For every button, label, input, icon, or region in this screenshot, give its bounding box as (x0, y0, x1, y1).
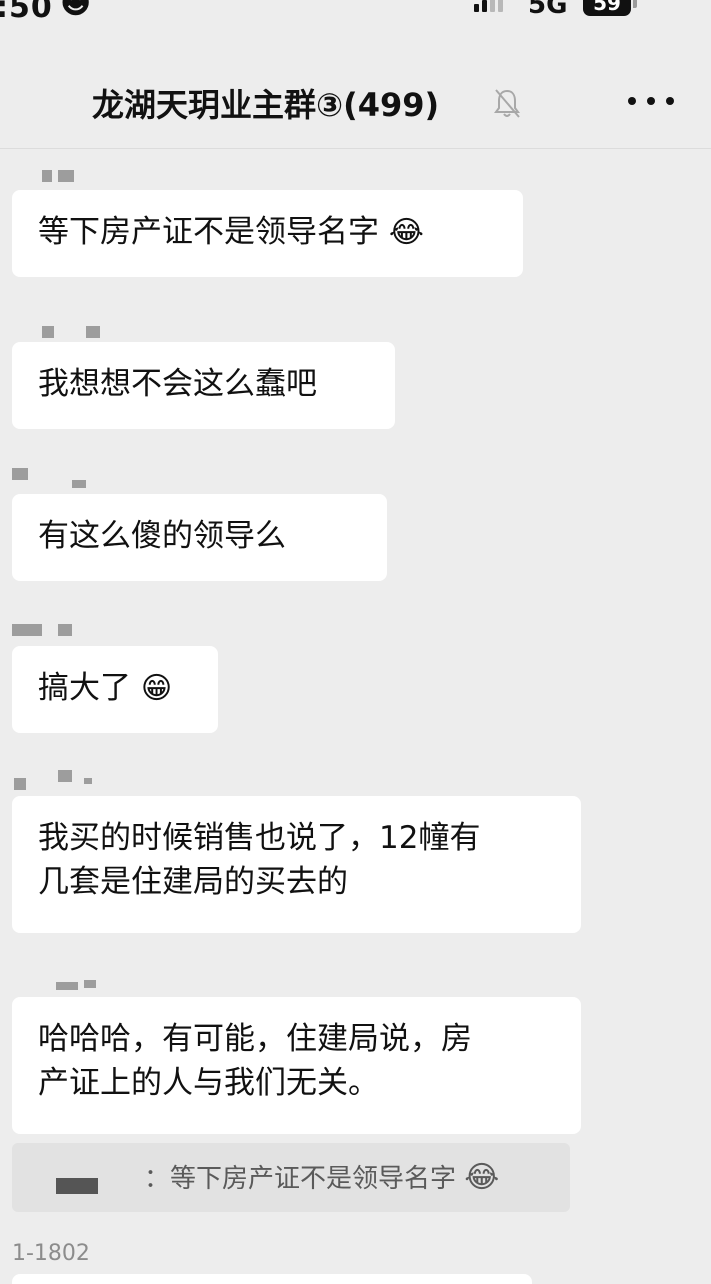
sender-name-blurred (14, 768, 94, 790)
battery-level: 59 (593, 0, 621, 15)
message-text-line: 产证上的人与我们无关。 (38, 1065, 379, 1101)
sender-name-blurred (42, 168, 82, 184)
message-bubble[interactable]: 我想想不会这么蠢吧 (12, 342, 395, 429)
message-text: 搞大了 (38, 670, 131, 706)
laughing-tears-emoji-icon: 😂 (388, 215, 424, 250)
message-text-line: 我买的时候销售也说了，12幢有 (38, 820, 481, 856)
message-text-line: 几套是住建局的买去的 (38, 864, 348, 900)
message-text: 我想想不会这么蠢吧 (38, 366, 317, 402)
message-bubble[interactable]: 搞大了 😁 (12, 646, 218, 733)
smiley-icon: ☻ (60, 0, 92, 21)
quoted-message[interactable]: ：等下房产证不是领导名字 😂 (12, 1143, 570, 1212)
battery-icon: 59 (583, 0, 631, 16)
mute-bell-icon (494, 89, 520, 118)
chat-header: 龙湖天玥业主群③(499) (0, 60, 711, 149)
message-bubble[interactable]: 我买的时候销售也说了，12幢有 几套是住建局的买去的 (12, 796, 581, 933)
message-text: 有这么傻的领导么 (38, 518, 286, 554)
grinning-emoji-icon: 😁 (140, 671, 173, 706)
sender-name-blurred (56, 976, 100, 992)
message-text: 等下房产证不是领导名字 (38, 214, 379, 250)
network-type: 5G (528, 0, 568, 20)
message-bubble[interactable]: 有这么傻的领导么 (12, 494, 387, 581)
quoted-text: ：等下房产证不是领导名字 😂 (144, 1160, 500, 1195)
more-options-button[interactable] (628, 86, 674, 116)
sender-name-blurred (42, 324, 102, 340)
sender-name: 1-1802 (12, 1241, 90, 1266)
sender-name-blurred (12, 622, 74, 638)
message-bubble[interactable]: 哈哈哈，有可能，住建局说，房 产证上的人与我们无关。 (12, 997, 581, 1134)
message-bubble[interactable]: 等下房产证不是领导名字 😂 (12, 190, 523, 277)
signal-icon (474, 0, 503, 12)
sender-name-blurred (12, 466, 88, 488)
message-bubble-partial[interactable] (12, 1274, 532, 1284)
message-text-line: 哈哈哈，有可能，住建局说，房 (38, 1021, 472, 1057)
chat-title[interactable]: 龙湖天玥业主群③(499) (92, 80, 439, 126)
quoted-sender-blurred (56, 1178, 98, 1194)
status-time: :50 (0, 0, 53, 25)
status-bar: :50 ☻ 5G 59 (0, 0, 711, 25)
battery-tip (633, 0, 637, 8)
laughing-tears-emoji-icon: 😂 (464, 1160, 500, 1195)
